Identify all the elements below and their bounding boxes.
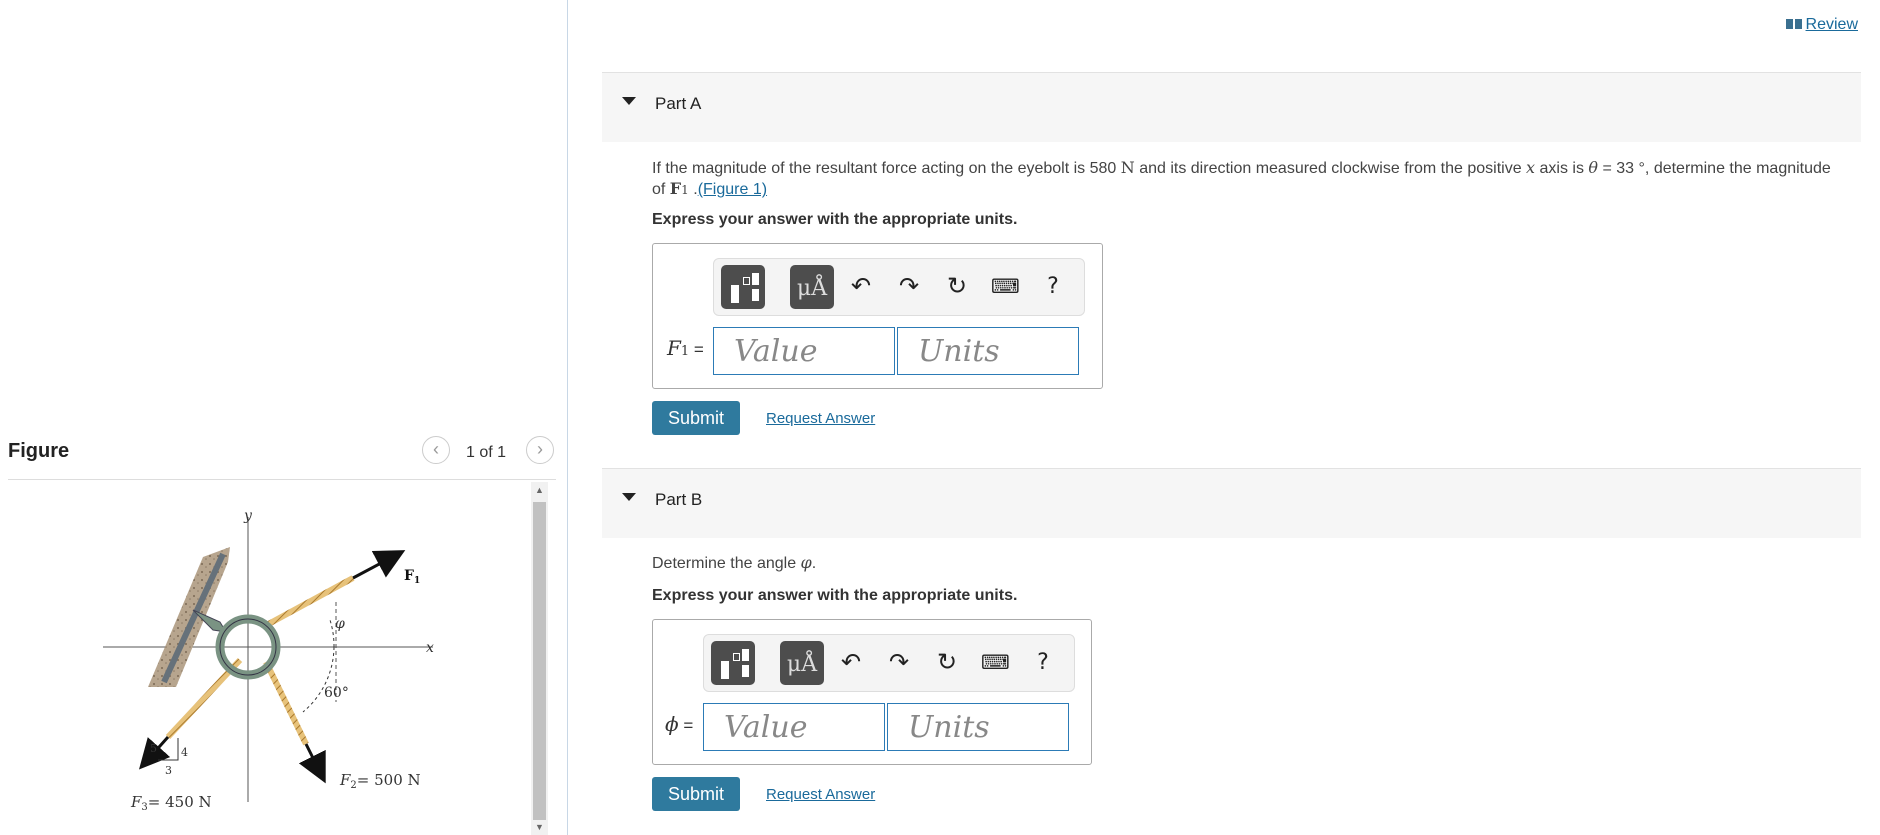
phi-label: φ	[335, 616, 345, 632]
collapse-caret-icon[interactable]	[622, 493, 636, 501]
f1-label: F1	[404, 568, 420, 586]
scroll-thumb[interactable]	[533, 502, 546, 820]
part-b-math-toolbar: μÅ ↶ ↷ ↻ ⌨ ?	[703, 634, 1075, 692]
part-b-title: Part B	[655, 490, 703, 509]
review-label: Review	[1805, 16, 1858, 33]
slope-triangle	[158, 738, 179, 761]
f1-arrow	[352, 550, 406, 580]
x-axis-label: x	[426, 640, 434, 656]
redo-icon[interactable]: ↷	[885, 649, 913, 677]
part-a-request-answer-link[interactable]: Request Answer	[766, 410, 875, 427]
part-b-header[interactable]: Part B	[602, 468, 1861, 538]
angle-60-label: 60°	[324, 685, 349, 701]
part-a-units-input[interactable]	[898, 328, 1078, 374]
units-symbols-button[interactable]: μÅ	[780, 641, 824, 685]
reset-icon[interactable]: ↻	[943, 273, 971, 301]
figure-header: Figure ‹ 1 of 1 ›	[8, 432, 556, 480]
part-a-express-instruction: Express your answer with the appropriate…	[652, 211, 1018, 228]
f2-label: F2= 500 N	[339, 771, 421, 791]
part-b-variable-label: ϕ =	[665, 712, 694, 736]
chevron-left-icon: ‹	[433, 439, 439, 459]
part-b-value-field[interactable]	[703, 703, 885, 751]
part-a-value-field[interactable]	[713, 327, 895, 375]
templates-button[interactable]	[721, 265, 765, 309]
next-figure-button[interactable]: ›	[526, 436, 554, 464]
part-a-answer-box: μÅ ↶ ↷ ↻ ⌨ ? F1 =	[652, 243, 1103, 389]
keyboard-icon[interactable]: ⌨	[981, 649, 1010, 677]
book-icon	[1785, 19, 1802, 29]
part-b-value-input[interactable]	[704, 704, 884, 750]
slope-3-label: 3	[165, 764, 172, 777]
help-icon[interactable]: ?	[1039, 273, 1067, 301]
templates-icon	[731, 285, 739, 303]
angle-phi-arc	[329, 619, 335, 648]
figure-pager-text: 1 of 1	[466, 444, 507, 461]
part-a-submit-button[interactable]: Submit	[652, 401, 740, 435]
undo-icon[interactable]: ↶	[837, 649, 865, 677]
keyboard-icon[interactable]: ⌨	[991, 273, 1020, 301]
part-b-units-field[interactable]	[887, 703, 1069, 751]
rope-f2	[263, 660, 309, 746]
part-a-value-input[interactable]	[714, 328, 894, 374]
y-axis-label: y	[243, 508, 253, 524]
chevron-right-icon: ›	[537, 439, 543, 459]
angle-60-arc	[302, 646, 335, 713]
slope-5-label: 5	[150, 742, 157, 755]
part-b-question: Determine the angle φ.	[652, 553, 817, 572]
figure-panel: Figure ‹ 1 of 1 › y x F1 φ 60° 5 4 3 F3=…	[0, 0, 568, 835]
templates-button[interactable]	[711, 641, 755, 685]
mounting-plate	[161, 552, 226, 684]
main-content: Review Part A If the magnitude of the re…	[569, 0, 1880, 835]
part-a-units-field[interactable]	[897, 327, 1079, 375]
help-icon[interactable]: ?	[1029, 649, 1057, 677]
redo-icon[interactable]: ↷	[895, 273, 923, 301]
part-b-units-input[interactable]	[888, 704, 1068, 750]
figure-image: y x F1 φ 60° 5 4 3 F3= 450 N F2= 500 N	[8, 482, 548, 835]
templates-icon	[721, 661, 729, 679]
collapse-caret-icon[interactable]	[622, 97, 636, 105]
previous-figure-button[interactable]: ‹	[422, 436, 450, 464]
figure-1-link[interactable]: (Figure 1)	[698, 181, 767, 198]
eyebolt-force-diagram: y x F1 φ 60° 5 4 3 F3= 450 N F2= 500 N	[103, 508, 434, 813]
figure-scrollbar[interactable]: ▲ ▼	[531, 482, 548, 835]
part-a-variable-label: F1 =	[667, 336, 704, 360]
scroll-up-arrow-icon[interactable]: ▲	[531, 482, 548, 498]
slope-4-label: 4	[181, 746, 188, 759]
reset-icon[interactable]: ↻	[933, 649, 961, 677]
part-a-header[interactable]: Part A	[602, 72, 1861, 142]
mu-angstrom-icon: μÅ	[796, 276, 828, 301]
undo-icon[interactable]: ↶	[847, 273, 875, 301]
part-a-math-toolbar: μÅ ↶ ↷ ↻ ⌨ ?	[713, 258, 1085, 316]
f2-arrow	[298, 743, 326, 784]
mu-angstrom-icon: μÅ	[786, 652, 818, 677]
part-b-submit-button[interactable]: Submit	[652, 777, 740, 811]
part-b-answer-box: μÅ ↶ ↷ ↻ ⌨ ? ϕ =	[652, 619, 1092, 765]
review-link[interactable]: Review	[1785, 16, 1858, 34]
part-a-question: If the magnitude of the resultant force …	[652, 158, 1831, 198]
part-b-express-instruction: Express your answer with the appropriate…	[652, 587, 1018, 604]
part-b-request-answer-link[interactable]: Request Answer	[766, 786, 875, 803]
f3-label: F3= 450 N	[130, 793, 212, 813]
part-a-title: Part A	[655, 94, 702, 113]
figure-title: Figure	[8, 440, 70, 462]
units-symbols-button[interactable]: μÅ	[790, 265, 834, 309]
scroll-down-arrow-icon[interactable]: ▼	[531, 819, 548, 835]
